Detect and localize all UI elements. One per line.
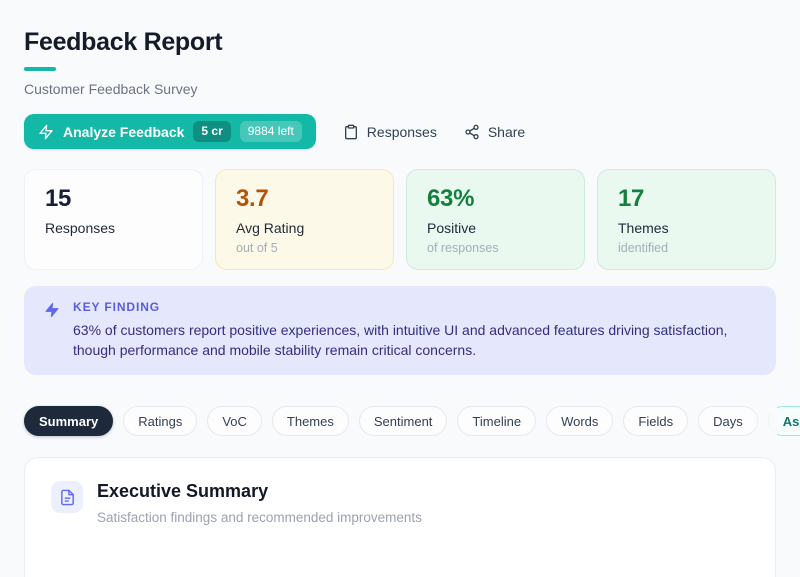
executive-summary-subtitle: Satisfaction findings and recommended im… (97, 509, 422, 525)
credits-cost-badge: 5 cr (193, 121, 231, 142)
stat-card-avg-rating: 3.7 Avg Rating out of 5 (215, 169, 394, 271)
key-finding-content: KEY FINDING 63% of customers report posi… (73, 300, 728, 360)
analyze-feedback-label: Analyze Feedback (63, 123, 185, 140)
page-subtitle: Customer Feedback Survey (24, 81, 198, 97)
responses-button[interactable]: Responses (343, 124, 437, 140)
executive-summary-card: Executive Summary Satisfaction findings … (24, 457, 776, 577)
responses-button-label: Responses (366, 123, 437, 140)
share-nodes-icon (464, 124, 480, 140)
tab-sentiment[interactable]: Sentiment (358, 406, 448, 437)
stat-card-positive: 63% Positive of responses (406, 169, 585, 271)
tab-voc[interactable]: VoC (207, 406, 262, 437)
tab-ask-ai[interactable]: Ask AI ✦ (767, 406, 800, 437)
key-finding-label: KEY FINDING (73, 300, 161, 315)
report-tabs: Summary Ratings VoC Themes Sentiment Tim… (24, 402, 800, 441)
stat-card-themes: 17 Themes identified (597, 169, 776, 271)
executive-summary-title: Executive Summary (97, 481, 269, 502)
tab-summary[interactable]: Summary (24, 406, 114, 437)
clipboard-icon (343, 124, 359, 140)
stat-label: Themes (618, 220, 669, 237)
stat-sublabel: of responses (427, 241, 499, 256)
tab-timeline[interactable]: Timeline (457, 406, 537, 437)
ask-ai-label: Ask AI (782, 413, 800, 429)
stat-value: 63% (427, 185, 475, 212)
key-finding-banner: KEY FINDING 63% of customers report posi… (24, 286, 776, 376)
executive-summary-header: Executive Summary Satisfaction findings … (51, 480, 749, 525)
tab-fields[interactable]: Fields (623, 406, 689, 437)
stat-value: 15 (45, 185, 72, 212)
zap-icon (38, 124, 54, 140)
share-button[interactable]: Share (464, 124, 525, 140)
feedback-report-page: Feedback Report Customer Feedback Survey… (0, 0, 800, 577)
tab-ratings[interactable]: Ratings (123, 406, 198, 437)
stat-sublabel: identified (618, 241, 669, 256)
tab-themes[interactable]: Themes (271, 406, 349, 437)
toolbar: Analyze Feedback 5 cr 9884 left Response… (24, 114, 776, 149)
analyze-feedback-button[interactable]: Analyze Feedback 5 cr 9884 left (24, 114, 316, 149)
stat-card-responses: 15 Responses (24, 169, 203, 271)
stat-label: Responses (45, 220, 116, 237)
stat-sublabel: out of 5 (236, 241, 278, 256)
tab-days[interactable]: Days (698, 406, 758, 437)
stat-label: Avg Rating (236, 220, 305, 237)
title-accent-underline (24, 67, 56, 71)
stat-value: 17 (618, 185, 645, 212)
tab-words[interactable]: Words (546, 406, 614, 437)
stat-label: Positive (427, 220, 477, 237)
credits-remaining-badge: 9884 left (239, 121, 302, 142)
zap-icon (44, 302, 60, 318)
key-finding-text: 63% of customers report positive experie… (73, 322, 728, 359)
file-text-icon (51, 481, 83, 514)
stats-row: 15 Responses 3.7 Avg Rating out of 5 63%… (24, 169, 776, 271)
stat-value: 3.7 (236, 185, 269, 212)
page-title: Feedback Report (24, 28, 223, 56)
share-button-label: Share (487, 123, 526, 140)
executive-summary-text: Executive Summary Satisfaction findings … (97, 480, 422, 525)
